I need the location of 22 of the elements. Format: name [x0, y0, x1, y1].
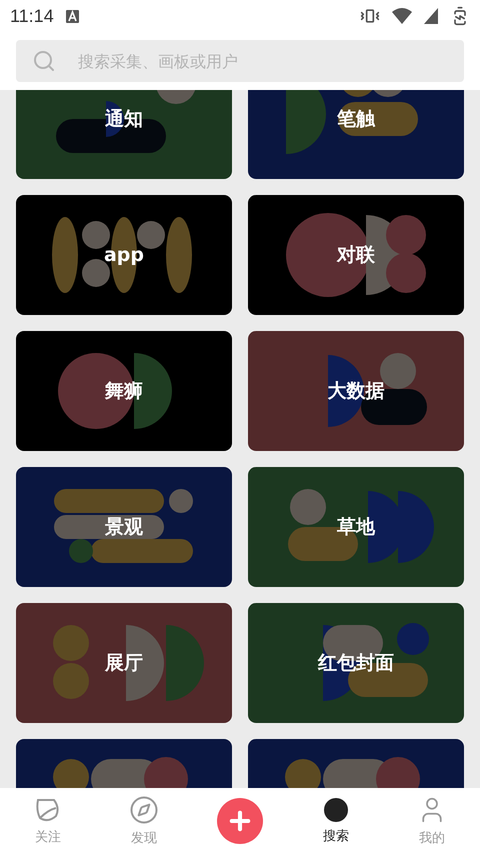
- nav-tab[interactable]: 搜索: [288, 788, 384, 853]
- nav-tab[interactable]: 我的: [384, 788, 480, 853]
- board-title: 展厅: [105, 651, 143, 676]
- add-button[interactable]: [217, 798, 263, 844]
- board-title: 舞狮: [105, 379, 143, 404]
- board-title: 通知: [105, 107, 143, 132]
- search-icon: [32, 49, 56, 73]
- signal-icon: [424, 8, 438, 24]
- notification-icon: [66, 10, 79, 22]
- board-title: 大数据: [328, 379, 384, 404]
- board-title: 笔触: [337, 107, 375, 132]
- board-title: 草地: [337, 515, 375, 540]
- nav-tab[interactable]: 发现: [96, 788, 192, 853]
- board-title: 景观: [105, 515, 143, 540]
- board-title: app: [104, 244, 144, 266]
- board-title: 红包封面: [318, 651, 394, 676]
- status-time: 11:14: [10, 6, 54, 26]
- board-title: 对联: [337, 243, 375, 268]
- compass-icon: [129, 794, 159, 824]
- dot-icon: [323, 796, 349, 822]
- wifi-icon: [392, 8, 412, 24]
- nav-tab[interactable]: 关注: [0, 788, 96, 853]
